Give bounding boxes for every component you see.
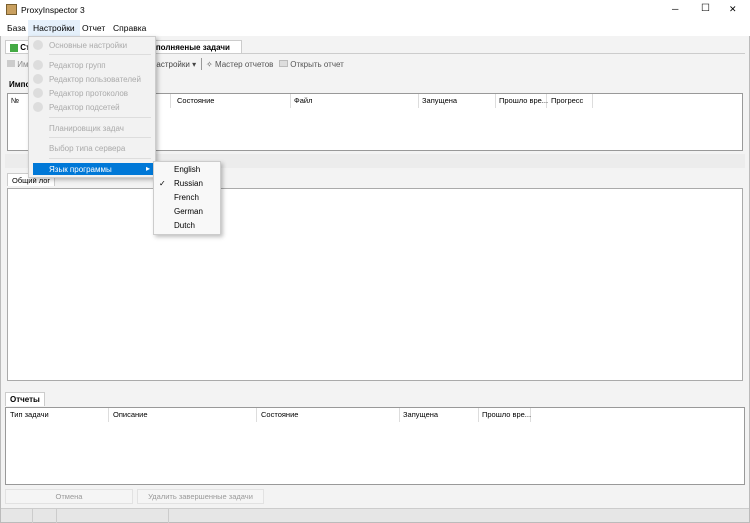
menu-separator xyxy=(49,54,151,55)
column-header[interactable]: Прошло вре... xyxy=(496,94,548,108)
submenu-arrow-icon: ▸ xyxy=(145,164,150,173)
protocol-icon xyxy=(33,88,43,98)
menu-item-language[interactable]: Язык программы ▸ xyxy=(33,163,153,175)
wrench-icon xyxy=(33,40,43,50)
menu-item-task-scheduler[interactable]: Планировщик задач xyxy=(49,124,124,133)
menu-item-group-editor[interactable]: Редактор групп xyxy=(49,61,106,70)
menu-item-russian[interactable]: Russian xyxy=(174,179,203,188)
delete-completed-button[interactable]: Удалить завершенные задачи xyxy=(137,489,264,504)
menu-item-subnet-editor[interactable]: Редактор подсетей xyxy=(49,103,120,112)
column-header[interactable]: Запущена xyxy=(400,408,479,422)
menu-bar: База Настройки Отчет Справка xyxy=(0,20,750,36)
status-bar xyxy=(1,508,749,523)
groups-icon xyxy=(33,60,43,70)
status-separator xyxy=(56,509,57,523)
maximize-button[interactable]: ☐ xyxy=(701,3,710,14)
reports-table: Тип задачи Описание Состояние Запущена П… xyxy=(5,407,745,485)
start-icon xyxy=(10,43,18,52)
column-header[interactable]: Тип задачи xyxy=(7,408,109,422)
import-icon xyxy=(7,60,15,67)
toolbar-separator xyxy=(201,58,202,70)
column-header[interactable]: Прогресс xyxy=(548,94,593,108)
wand-icon: ✧ xyxy=(206,60,213,69)
menu-help[interactable]: Справка xyxy=(113,23,146,33)
menu-separator xyxy=(49,117,151,118)
folder-icon xyxy=(279,60,288,67)
settings-dropdown-button[interactable]: настройки ▾ xyxy=(152,60,196,69)
user-icon xyxy=(33,74,43,84)
open-report-button[interactable]: Открыть отчет xyxy=(279,60,344,69)
menu-item-general-settings[interactable]: Основные настройки xyxy=(49,41,127,50)
report-wizard-button[interactable]: ✧ Мастер отчетов xyxy=(206,60,273,69)
menu-item-german[interactable]: German xyxy=(174,207,203,216)
menu-separator xyxy=(49,158,151,159)
close-button[interactable]: ✕ xyxy=(729,4,737,15)
chevron-down-icon: ▾ xyxy=(192,60,197,69)
language-menu: English ✓ Russian French German Dutch xyxy=(153,161,221,235)
minimize-button[interactable]: ─ xyxy=(672,4,678,14)
tab-reports[interactable]: Отчеты xyxy=(5,392,45,406)
title-bar: ProxyInspector 3 ─ ☐ ✕ xyxy=(0,0,750,20)
column-header[interactable]: Состояние xyxy=(258,408,400,422)
column-header[interactable]: Описание xyxy=(110,408,257,422)
column-header[interactable]: Запущена xyxy=(419,94,496,108)
menu-settings[interactable]: Настройки xyxy=(28,20,80,36)
check-icon: ✓ xyxy=(159,179,166,188)
settings-menu: Основные настройки Редактор групп Редакт… xyxy=(28,36,156,178)
menu-separator xyxy=(49,137,151,138)
menu-item-french[interactable]: French xyxy=(174,193,199,202)
menu-base[interactable]: База xyxy=(7,23,26,33)
menu-item-dutch[interactable]: Dutch xyxy=(174,221,195,230)
app-icon xyxy=(6,4,17,15)
menu-item-english[interactable]: English xyxy=(174,165,200,174)
cancel-button[interactable]: Отмена xyxy=(5,489,133,504)
column-header[interactable]: Файл xyxy=(291,94,419,108)
import-button[interactable]: Им xyxy=(7,60,28,69)
network-icon xyxy=(33,102,43,112)
window-title: ProxyInspector 3 xyxy=(21,5,85,15)
status-separator xyxy=(168,509,169,523)
status-separator xyxy=(32,509,33,523)
menu-report[interactable]: Отчет xyxy=(82,23,105,33)
menu-item-server-type[interactable]: Выбор типа сервера xyxy=(49,144,125,153)
log-area xyxy=(7,188,743,381)
menu-item-protocol-editor[interactable]: Редактор протоколов xyxy=(49,89,128,98)
column-header[interactable]: Прошло вре... xyxy=(479,408,531,422)
menu-item-user-editor[interactable]: Редактор пользователей xyxy=(49,75,141,84)
column-header[interactable]: Состояние xyxy=(174,94,291,108)
